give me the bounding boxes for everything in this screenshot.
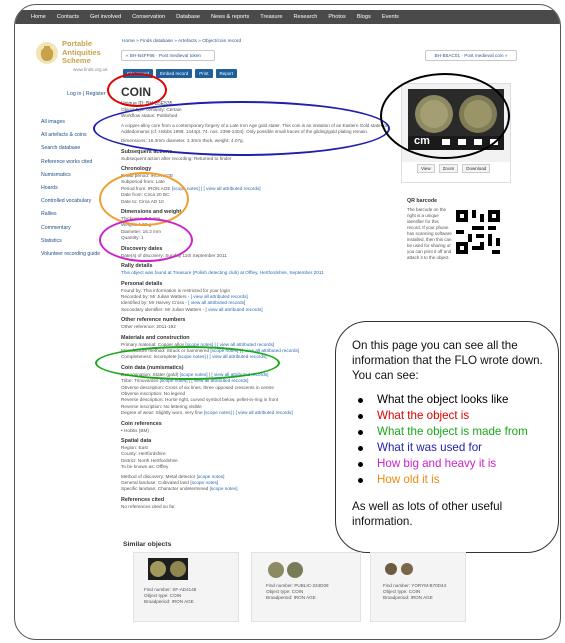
similar-broadperiod: Broadperiod: IRON AGE — [144, 599, 194, 605]
nav-treasure[interactable]: Treasure — [260, 14, 282, 20]
previous-record-button[interactable]: « BH-B4FF66 · Post medieval token — [121, 50, 215, 61]
nav-photos[interactable]: Photos — [328, 14, 345, 20]
nav-news[interactable]: News & reports — [211, 14, 249, 20]
callout-item-what: What the object is — [358, 408, 544, 424]
sidebar-item-numismatics[interactable]: Numismatics — [41, 172, 117, 178]
nav-research[interactable]: Research — [293, 14, 317, 20]
bullet-icon — [358, 445, 363, 451]
logo-site: www.finds.org.uk — [73, 67, 108, 72]
subsequent-action: Subsequent action after recording: Retur… — [121, 155, 232, 161]
zoom-button[interactable]: Zoom — [438, 164, 459, 173]
qr-description: The barcode on the right is a unique ide… — [407, 207, 452, 260]
sidebar-item-reference-works[interactable]: Reference works cited — [41, 159, 117, 165]
attributed-records-link[interactable]: [ view all attributed records] — [188, 300, 245, 305]
pas-logo[interactable]: Portable Antiquities Scheme www.finds.or… — [35, 39, 115, 79]
download-button[interactable]: Download — [462, 164, 491, 173]
coin-thumbnail — [148, 558, 188, 580]
similar-object-card[interactable]: Find number: SF-AD4148 Object type: COIN… — [133, 552, 239, 622]
attributed-records-link[interactable]: [ view all attributed records] — [191, 294, 248, 299]
nav-database[interactable]: Database — [176, 14, 200, 20]
highlight-circle-red — [107, 73, 167, 107]
highlight-circle-magenta — [99, 218, 193, 262]
attributed-records-link[interactable]: [ view all attributed records] — [206, 307, 263, 312]
next-record-button[interactable]: BH-B5AC01 · Post medieval coin » — [425, 50, 517, 61]
nav-get-involved[interactable]: Get involved — [90, 14, 121, 20]
callout-intro: On this page you can see all the informa… — [352, 339, 543, 382]
view-button[interactable]: View — [417, 164, 435, 173]
nav-blogs[interactable]: Blogs — [357, 14, 371, 20]
sidebar-item-search[interactable]: Search database — [41, 145, 117, 151]
image-controls: View Zoom Download — [417, 164, 491, 173]
coin-thumbnail — [266, 561, 306, 579]
amphora-logo-icon — [36, 42, 58, 64]
bullet-icon — [358, 429, 363, 435]
secondary-identifier: Secondary identifier: Mr Julian Watters … — [121, 306, 263, 312]
explanation-callout: On this page you can see all the informa… — [335, 321, 559, 553]
print-button[interactable]: Print — [195, 69, 213, 78]
scope-notes-link[interactable]: [scope notes] — [197, 474, 225, 479]
scope-notes-link[interactable]: [scope notes] — [210, 486, 238, 491]
attributed-records-link[interactable]: [ view all attributed records] — [204, 186, 261, 191]
nav-contacts[interactable]: Contacts — [57, 14, 79, 20]
callout-outro: As well as lots of other useful informat… — [352, 500, 503, 528]
chronology-heading: Chronology — [121, 166, 152, 173]
breadcrumb[interactable]: Home » Finds database » Artefacts » Obje… — [122, 39, 241, 44]
callout-item-age: How old it is — [358, 472, 544, 488]
qr-title: QR barcode — [407, 198, 438, 204]
callout-list: What the object looks like What the obje… — [358, 392, 544, 488]
rally-heading: Rally details — [121, 263, 153, 270]
callout-item-use: What it was used for — [358, 440, 544, 456]
attributed-records-link[interactable]: [ view all attributed records] — [217, 342, 274, 347]
similar-object-card[interactable]: Find number: PUBLIC-234D08 Object type: … — [251, 552, 361, 622]
bullet-icon — [358, 397, 363, 403]
login-link[interactable]: Log in | Register — [67, 91, 105, 97]
embed-record-button[interactable]: Embed record — [156, 69, 193, 78]
bullet-icon — [358, 477, 363, 483]
personal-heading: Personal details — [121, 280, 163, 287]
qr-code-icon[interactable] — [456, 210, 500, 254]
similar-broadperiod: Broadperiod: IRON AGE — [383, 595, 433, 601]
screenshot-frame: Home Contacts Get involved Conservation … — [14, 4, 561, 640]
bullet-icon — [358, 461, 363, 467]
callout-item-size: How big and heavy it is — [358, 456, 544, 472]
callout-item-material: What the object is made from — [358, 424, 544, 440]
similar-broadperiod: Broadperiod: IRON AGE — [266, 595, 316, 601]
callout-item-looks: What the object looks like — [358, 392, 544, 408]
report-button[interactable]: Report — [215, 69, 238, 78]
attributed-records-link[interactable]: [ view all attributed records] — [236, 410, 293, 415]
highlight-circle-green — [95, 346, 280, 380]
similar-objects-heading: Similar objects — [123, 541, 172, 548]
nav-home[interactable]: Home — [31, 14, 46, 20]
scope-notes-link[interactable]: [scope notes] — [204, 410, 232, 415]
bullet-icon — [358, 413, 363, 419]
nav-conservation[interactable]: Conservation — [132, 14, 165, 20]
highlight-circle-blue — [93, 101, 390, 156]
rally-text[interactable]: This object was found at Treasure (Polis… — [121, 270, 411, 276]
top-navigation: Home Contacts Get involved Conservation … — [15, 10, 560, 24]
similar-object-card[interactable]: Find number: YORYM-B70D44 Object type: C… — [370, 552, 466, 622]
scope-notes-link[interactable]: [scope notes] — [190, 480, 218, 485]
highlight-circle-black — [380, 73, 510, 159]
nav-events[interactable]: Events — [382, 14, 399, 20]
coin-thumbnail — [383, 559, 421, 579]
qr-barcode-box: QR barcode The barcode on the right is a… — [407, 198, 512, 298]
logo-text: Portable Antiquities Scheme — [62, 39, 101, 65]
